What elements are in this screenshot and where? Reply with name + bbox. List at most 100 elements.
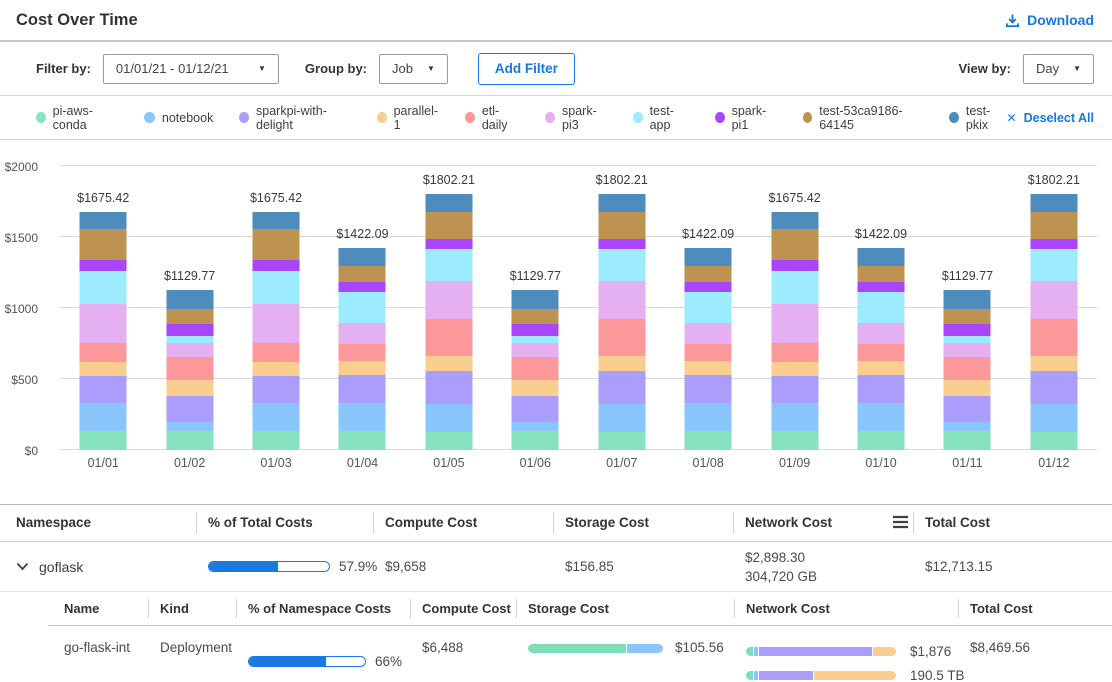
bar-segment-test-53ca9186-64145[interactable] xyxy=(339,266,386,282)
col-total[interactable]: Total Cost xyxy=(925,505,1096,541)
bar-segment-pi-aws-conda[interactable] xyxy=(425,432,472,450)
bar-segment-parallel-1[interactable] xyxy=(339,361,386,375)
legend-item-spark-pi3[interactable]: spark-pi3 xyxy=(545,104,607,132)
bar-segment-spark-pi3[interactable] xyxy=(339,323,386,344)
col-pct-namespace[interactable]: % of Namespace Costs xyxy=(248,592,422,625)
legend-item-parallel-1[interactable]: parallel-1 xyxy=(377,104,439,132)
legend-item-sparkpi-with-delight[interactable]: sparkpi-with-delight xyxy=(239,104,350,132)
stacked-bar-01/10[interactable] xyxy=(858,248,905,450)
bar-segment-test-53ca9186-64145[interactable] xyxy=(771,229,818,260)
menu-icon[interactable] xyxy=(892,515,909,529)
legend-item-test-pkix[interactable]: test-pkix xyxy=(949,104,1006,132)
legend-item-notebook[interactable]: notebook xyxy=(144,111,213,125)
bar-segment-test-53ca9186-64145[interactable] xyxy=(166,309,213,324)
bar-segment-spark-pi1[interactable] xyxy=(339,282,386,292)
bar-segment-parallel-1[interactable] xyxy=(944,380,991,395)
bar-segment-test-pkix[interactable] xyxy=(685,248,732,266)
bar-segment-spark-pi1[interactable] xyxy=(80,260,127,270)
bar-segment-pi-aws-conda[interactable] xyxy=(253,431,300,450)
bar-segment-test-pkix[interactable] xyxy=(1030,194,1077,212)
bar-segment-spark-pi1[interactable] xyxy=(425,239,472,250)
bar-segment-sparkpi-with-delight[interactable] xyxy=(944,396,991,423)
col-name[interactable]: Name xyxy=(64,592,160,625)
bar-segment-test-53ca9186-64145[interactable] xyxy=(598,212,645,239)
bar-segment-pi-aws-conda[interactable] xyxy=(166,431,213,450)
bar-segment-pi-aws-conda[interactable] xyxy=(80,431,127,450)
stacked-bar-01/01[interactable] xyxy=(80,212,127,450)
bar-segment-etl-daily[interactable] xyxy=(80,343,127,362)
bar-segment-pi-aws-conda[interactable] xyxy=(339,431,386,450)
bar-segment-sparkpi-with-delight[interactable] xyxy=(80,376,127,403)
bar-segment-sparkpi-with-delight[interactable] xyxy=(598,371,645,404)
bar-segment-spark-pi3[interactable] xyxy=(253,304,300,343)
bar-segment-notebook[interactable] xyxy=(944,422,991,430)
download-button[interactable]: Download xyxy=(1005,12,1094,28)
stacked-bar-01/11[interactable] xyxy=(944,290,991,450)
bar-segment-sparkpi-with-delight[interactable] xyxy=(685,375,732,403)
bar-segment-spark-pi1[interactable] xyxy=(685,282,732,292)
bar-segment-parallel-1[interactable] xyxy=(425,356,472,371)
namespace-expand[interactable]: goflask xyxy=(16,559,208,575)
col-pct-total[interactable]: % of Total Costs xyxy=(208,505,385,541)
col-compute[interactable]: Compute Cost xyxy=(422,592,528,625)
bar-segment-spark-pi3[interactable] xyxy=(512,343,559,357)
bar-segment-pi-aws-conda[interactable] xyxy=(1030,432,1077,450)
bar-segment-test-53ca9186-64145[interactable] xyxy=(944,309,991,324)
bar-segment-sparkpi-with-delight[interactable] xyxy=(166,396,213,423)
bar-segment-etl-daily[interactable] xyxy=(858,344,905,361)
bar-segment-parallel-1[interactable] xyxy=(253,362,300,377)
legend-item-spark-pi1[interactable]: spark-pi1 xyxy=(715,104,777,132)
view-by-select[interactable]: Day ▼ xyxy=(1023,54,1094,84)
bar-segment-etl-daily[interactable] xyxy=(771,343,818,362)
bar-segment-pi-aws-conda[interactable] xyxy=(858,431,905,450)
bar-segment-test-app[interactable] xyxy=(685,292,732,323)
bar-segment-spark-pi1[interactable] xyxy=(598,239,645,250)
legend-item-pi-aws-conda[interactable]: pi-aws-conda xyxy=(36,104,118,132)
bar-segment-test-pkix[interactable] xyxy=(944,290,991,309)
bar-segment-test-app[interactable] xyxy=(425,249,472,281)
stacked-bar-01/03[interactable] xyxy=(253,212,300,450)
col-storage[interactable]: Storage Cost xyxy=(565,505,745,541)
bar-segment-sparkpi-with-delight[interactable] xyxy=(512,396,559,423)
col-namespace[interactable]: Namespace xyxy=(16,505,208,541)
bar-segment-spark-pi1[interactable] xyxy=(771,260,818,270)
bar-segment-parallel-1[interactable] xyxy=(512,380,559,395)
bar-segment-test-pkix[interactable] xyxy=(598,194,645,212)
bar-segment-test-app[interactable] xyxy=(512,336,559,344)
bar-segment-test-app[interactable] xyxy=(944,336,991,344)
legend-item-test-app[interactable]: test-app xyxy=(633,104,689,132)
group-by-select[interactable]: Job ▼ xyxy=(379,54,448,84)
bar-segment-notebook[interactable] xyxy=(771,403,818,432)
stacked-bar-01/12[interactable] xyxy=(1030,194,1077,450)
bar-segment-test-app[interactable] xyxy=(1030,249,1077,281)
bar-segment-parallel-1[interactable] xyxy=(685,361,732,375)
bar-segment-test-pkix[interactable] xyxy=(339,248,386,266)
col-compute[interactable]: Compute Cost xyxy=(385,505,565,541)
bar-segment-spark-pi3[interactable] xyxy=(771,304,818,343)
bar-segment-spark-pi3[interactable] xyxy=(166,343,213,357)
col-storage[interactable]: Storage Cost xyxy=(528,592,746,625)
bar-segment-etl-daily[interactable] xyxy=(1030,319,1077,356)
bar-segment-parallel-1[interactable] xyxy=(1030,356,1077,371)
bar-segment-test-app[interactable] xyxy=(253,271,300,304)
stacked-bar-01/02[interactable] xyxy=(166,290,213,450)
stacked-bar-01/09[interactable] xyxy=(771,212,818,450)
bar-segment-test-53ca9186-64145[interactable] xyxy=(80,229,127,260)
bar-segment-test-app[interactable] xyxy=(771,271,818,304)
stacked-bar-01/08[interactable] xyxy=(685,248,732,450)
bar-segment-test-53ca9186-64145[interactable] xyxy=(1030,212,1077,239)
bar-segment-test-pkix[interactable] xyxy=(512,290,559,309)
bar-segment-parallel-1[interactable] xyxy=(598,356,645,371)
stacked-bar-01/07[interactable] xyxy=(598,194,645,450)
bar-segment-parallel-1[interactable] xyxy=(858,361,905,375)
stacked-bar-01/04[interactable] xyxy=(339,248,386,450)
bar-segment-etl-daily[interactable] xyxy=(512,357,559,380)
bar-segment-etl-daily[interactable] xyxy=(425,319,472,356)
bar-segment-pi-aws-conda[interactable] xyxy=(685,431,732,450)
bar-segment-etl-daily[interactable] xyxy=(598,319,645,356)
bar-segment-test-53ca9186-64145[interactable] xyxy=(512,309,559,324)
bar-segment-notebook[interactable] xyxy=(858,403,905,432)
bar-segment-notebook[interactable] xyxy=(80,403,127,432)
bar-segment-notebook[interactable] xyxy=(512,422,559,430)
bar-segment-test-53ca9186-64145[interactable] xyxy=(858,266,905,282)
